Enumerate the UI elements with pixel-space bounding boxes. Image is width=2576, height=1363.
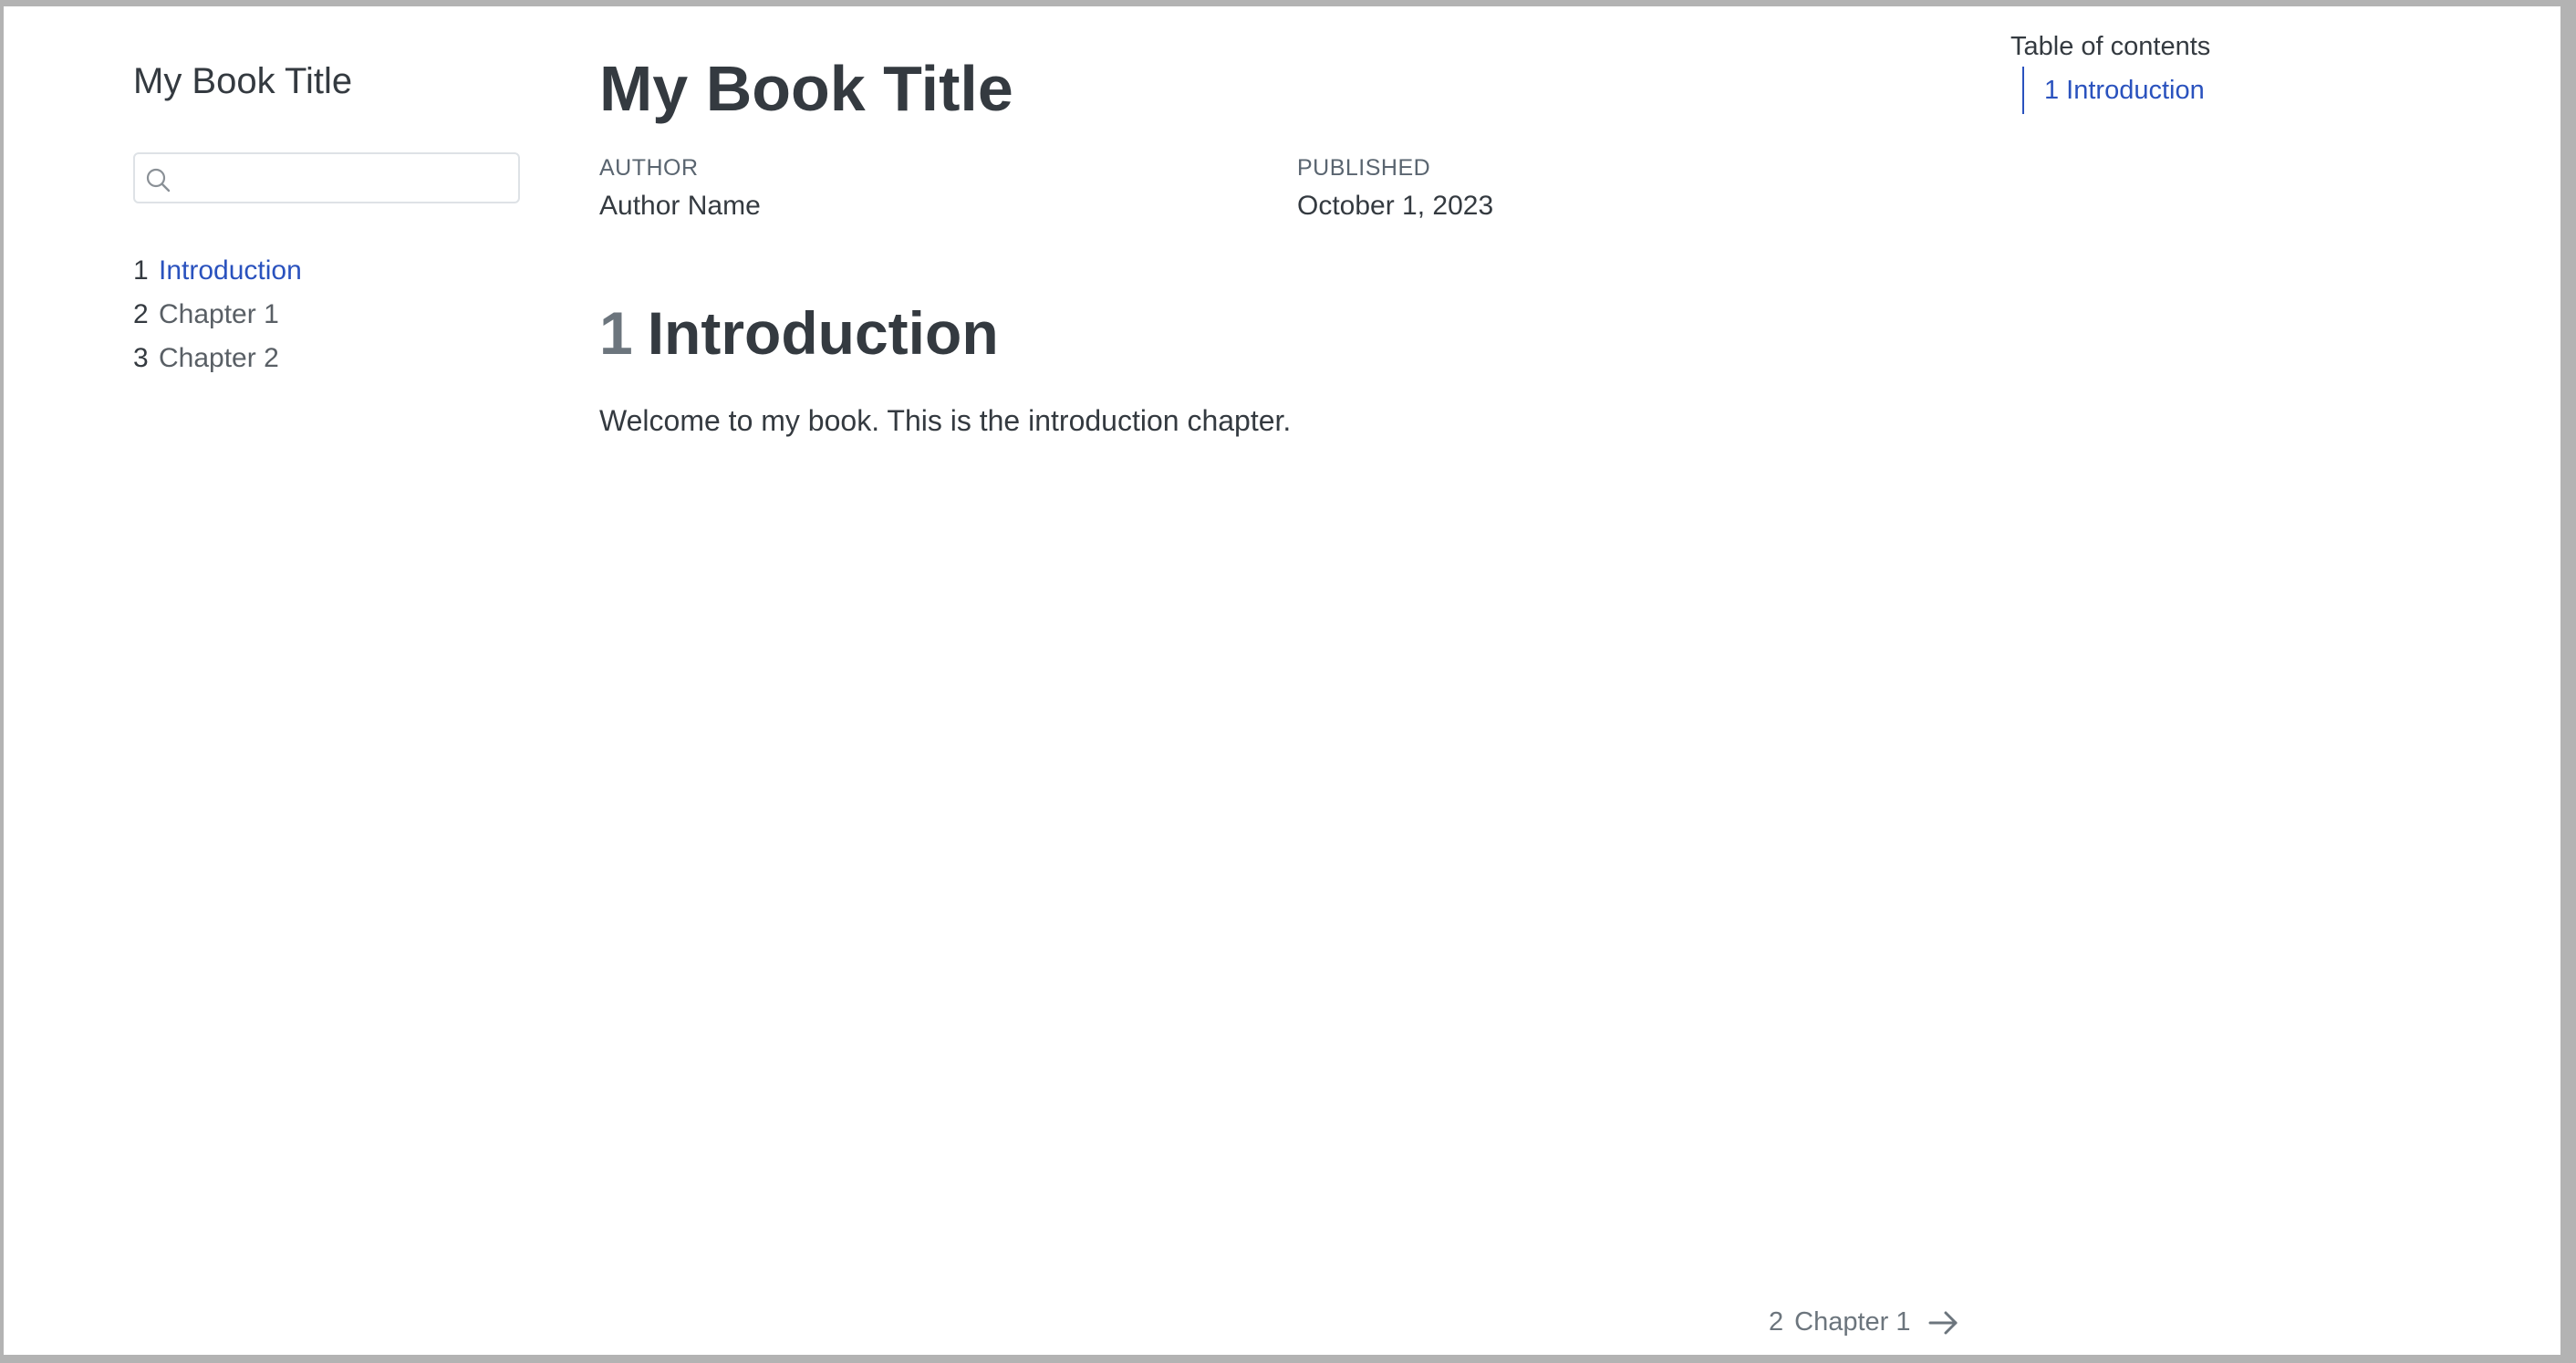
author-meta: AUTHOR Author Name <box>599 155 761 222</box>
toc-item-introduction[interactable]: 1 Introduction <box>2044 76 2205 105</box>
sidebar-item-number: 3 <box>133 343 149 373</box>
page: My Book Title 1 Introduction 2 Chapter 1 3… <box>4 6 2560 1355</box>
section-number: 1 <box>599 299 633 367</box>
search-input[interactable] <box>182 160 514 198</box>
next-page-number: 2 <box>1769 1307 1784 1337</box>
sidebar-nav: 1 Introduction 2 Chapter 1 3 Chapter 2 <box>133 249 302 380</box>
section-heading: 1 Introduction <box>599 298 999 368</box>
sidebar-item-label: Chapter 1 <box>159 299 279 329</box>
sidebar-book-title[interactable]: My Book Title <box>133 61 352 102</box>
author-label: AUTHOR <box>599 155 699 181</box>
sidebar-item-chapter-1[interactable]: 2 Chapter 1 <box>133 293 302 337</box>
published-meta: PUBLISHED October 1, 2023 <box>1297 155 1493 222</box>
section-title: Introduction <box>647 299 999 367</box>
published-value: October 1, 2023 <box>1297 191 1494 221</box>
search-icon <box>146 168 171 192</box>
published-label: PUBLISHED <box>1297 155 1431 181</box>
sidebar-item-introduction[interactable]: 1 Introduction <box>133 249 302 293</box>
sidebar-item-number: 2 <box>133 299 149 329</box>
section-body-text: Welcome to my book. This is the introduc… <box>599 404 1292 437</box>
sidebar-item-number: 1 <box>133 255 149 286</box>
sidebar-item-label: Chapter 2 <box>159 343 279 373</box>
arrow-right-icon <box>1928 1311 1957 1335</box>
search-box[interactable] <box>133 152 520 203</box>
toc-title: Table of contents <box>2010 32 2211 61</box>
sidebar-item-label: Introduction <box>159 255 302 286</box>
sidebar-item-chapter-2[interactable]: 3 Chapter 2 <box>133 337 302 380</box>
page-title: My Book Title <box>599 53 1013 124</box>
next-page-label: Chapter 1 <box>1794 1307 1911 1337</box>
next-page-link[interactable]: 2 Chapter 1 <box>1769 1304 1960 1340</box>
toc-list: 1 Introduction <box>2022 67 2205 114</box>
author-value: Author Name <box>599 191 761 221</box>
